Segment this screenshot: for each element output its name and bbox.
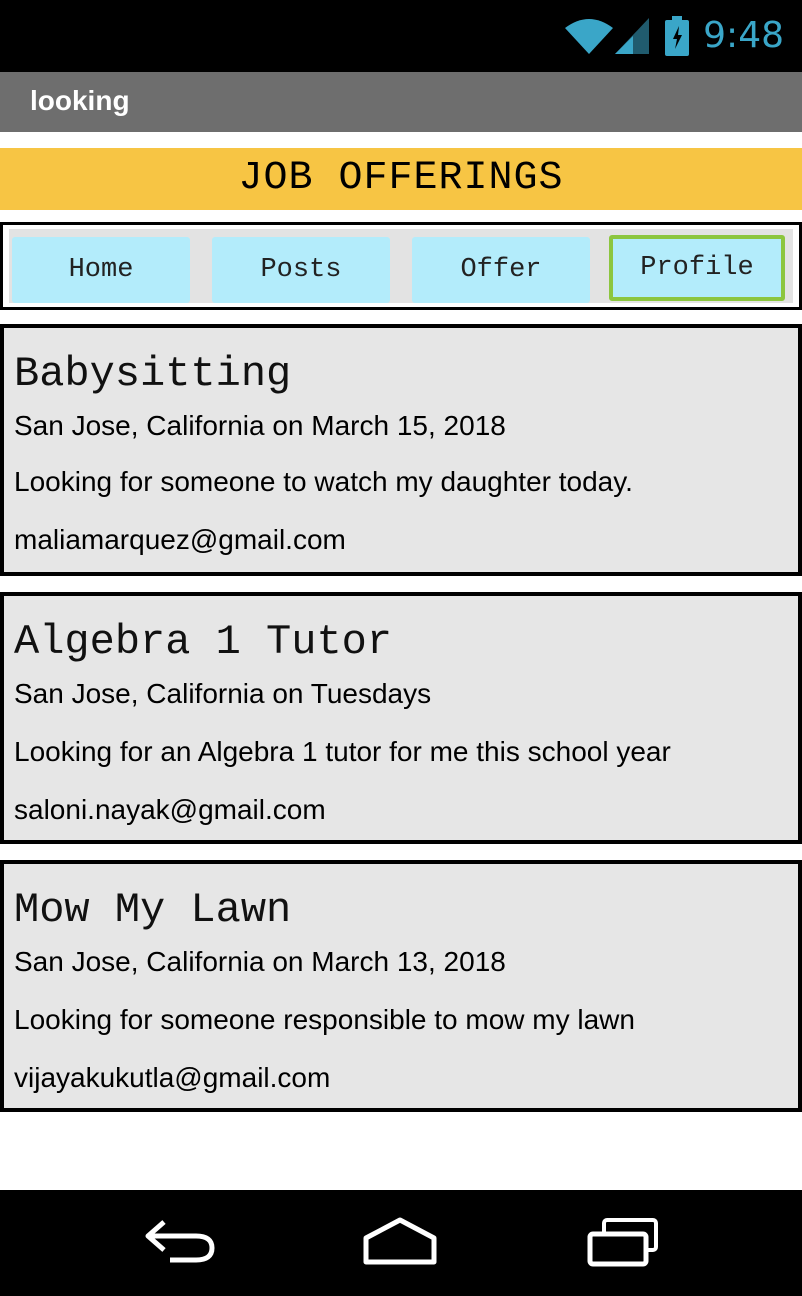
job-title: Algebra 1 Tutor: [14, 618, 393, 666]
job-card[interactable]: Algebra 1 Tutor San Jose, California on …: [0, 592, 802, 844]
nav-tab-strip: Home Posts Offer Profile: [9, 229, 793, 303]
job-card-body: Algebra 1 Tutor San Jose, California on …: [8, 600, 794, 836]
job-description: Looking for an Algebra 1 tutor for me th…: [14, 736, 671, 767]
app-title: looking: [30, 85, 130, 116]
clock: 9:48: [703, 15, 784, 56]
app-title-bar: looking: [0, 72, 802, 132]
battery-icon: [665, 16, 690, 56]
system-nav-bar: [0, 1190, 802, 1296]
job-location: San Jose, California on March 15, 2018: [14, 410, 506, 441]
job-card-body: Mow My Lawn San Jose, California on Marc…: [8, 868, 794, 1104]
wifi-icon: [565, 19, 614, 54]
job-location: San Jose, California on March 13, 2018: [14, 946, 506, 977]
job-title: Babysitting: [14, 350, 292, 398]
nav-bar: Home Posts Offer Profile: [0, 222, 802, 310]
home-icon[interactable]: [360, 1216, 440, 1268]
job-description: Looking for someone responsible to mow m…: [14, 1004, 635, 1035]
job-card[interactable]: Mow My Lawn San Jose, California on Marc…: [0, 860, 802, 1112]
status-icons: 9:48: [563, 10, 784, 62]
job-title: Mow My Lawn: [14, 886, 292, 934]
page-title: JOB OFFERINGS: [238, 156, 564, 201]
job-email: maliamarquez@gmail.com: [14, 524, 346, 555]
job-description: Looking for someone to watch my daughter…: [14, 466, 633, 497]
tab-posts[interactable]: Posts: [212, 237, 390, 303]
back-icon[interactable]: [140, 1216, 220, 1268]
job-email: vijayakukutla@gmail.com: [14, 1062, 331, 1093]
recent-apps-icon[interactable]: [584, 1216, 664, 1268]
tab-offer[interactable]: Offer: [412, 237, 590, 303]
tab-home[interactable]: Home: [12, 237, 190, 303]
job-email: saloni.nayak@gmail.com: [14, 794, 326, 825]
signal-icon: [615, 18, 650, 54]
page-banner: JOB OFFERINGS: [0, 148, 802, 210]
job-card[interactable]: Babysitting San Jose, California on Marc…: [0, 324, 802, 576]
status-bar: 9:48: [0, 0, 802, 72]
tab-profile[interactable]: Profile: [609, 235, 785, 301]
job-location: San Jose, California on Tuesdays: [14, 678, 432, 709]
job-card-body: Babysitting San Jose, California on Marc…: [8, 332, 794, 568]
